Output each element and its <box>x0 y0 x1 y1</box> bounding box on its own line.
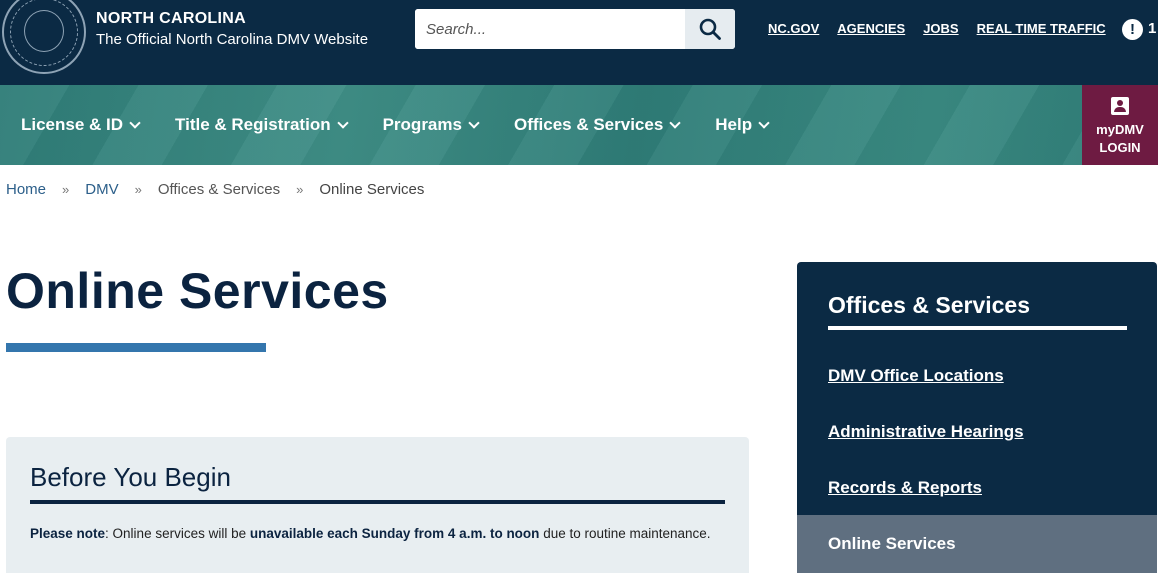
utility-links: NC.GOV AGENCIES JOBS REAL TIME TRAFFIC <box>768 21 1106 36</box>
account-icon <box>1111 97 1129 115</box>
link-nc-gov[interactable]: NC.GOV <box>768 21 819 36</box>
chevron-down-icon <box>669 116 681 129</box>
before-you-begin-panel: Before You Begin Please note: Online ser… <box>6 437 749 573</box>
sidebar-item-online-services[interactable]: Online Services <box>797 515 1157 573</box>
sidebar-title[interactable]: Offices & Services <box>828 292 1030 319</box>
link-agencies[interactable]: AGENCIES <box>837 21 905 36</box>
nav-label: Programs <box>382 115 462 134</box>
notice-text: Please note: Online services will be una… <box>30 524 720 543</box>
alert-icon[interactable]: ! <box>1122 19 1143 40</box>
notice-emphasis: unavailable each Sunday from 4 a.m. to n… <box>249 526 540 541</box>
sidebar-item-records-reports[interactable]: Records & Reports <box>828 478 982 498</box>
notice-text-after: due to routine maintenance. <box>539 526 711 541</box>
nav-label: Offices & Services <box>513 115 664 134</box>
site-subtitle[interactable]: The Official North Carolina DMV Website <box>96 31 368 48</box>
site-header: NORTH CAROLINA The Official North Caroli… <box>0 0 1158 85</box>
search-icon <box>699 18 721 40</box>
chevron-down-icon <box>129 116 141 129</box>
nav-help[interactable]: Help <box>715 115 770 135</box>
chevron-down-icon <box>336 116 349 129</box>
breadcrumb: Home » DMV » Offices & Services » Online… <box>6 181 424 198</box>
breadcrumb-dmv[interactable]: DMV <box>85 181 118 198</box>
breadcrumb-separator: » <box>62 182 70 197</box>
nc-state-seal-icon[interactable] <box>2 0 86 74</box>
sidebar-divider <box>828 326 1127 330</box>
breadcrumb-home[interactable]: Home <box>6 181 46 198</box>
login-label-line1: myDMV <box>1096 122 1144 137</box>
chevron-down-icon <box>758 116 770 129</box>
breadcrumb-separator: » <box>296 182 304 197</box>
nav-label: Title & Registration <box>175 115 331 134</box>
alert-count[interactable]: 1 <box>1148 20 1156 37</box>
breadcrumb-current: Online Services <box>319 181 425 198</box>
sidebar-item-administrative-hearings[interactable]: Administrative Hearings <box>828 422 1024 442</box>
search-box <box>415 9 735 49</box>
search-button[interactable] <box>685 9 735 49</box>
chevron-down-icon <box>468 116 480 129</box>
notice-label: Please note <box>30 526 106 541</box>
link-real-time-traffic[interactable]: REAL TIME TRAFFIC <box>977 21 1106 36</box>
link-jobs[interactable]: JOBS <box>923 21 958 36</box>
breadcrumb-separator: » <box>134 182 142 197</box>
notice-divider <box>30 500 725 504</box>
site-title[interactable]: NORTH CAROLINA <box>96 10 246 28</box>
sidebar-menu: Offices & Services DMV Office Locations … <box>797 262 1157 573</box>
nav-offices-services[interactable]: Offices & Services <box>513 115 681 135</box>
nav-license-id[interactable]: License & ID <box>21 115 141 135</box>
notice-heading: Before You Begin <box>30 462 231 492</box>
breadcrumb-offices-services[interactable]: Offices & Services <box>158 181 280 198</box>
nav-programs[interactable]: Programs <box>382 115 480 135</box>
nav-title-registration[interactable]: Title & Registration <box>175 115 349 135</box>
nav-label: License & ID <box>21 115 124 134</box>
main-navigation: License & ID Title & Registration Progra… <box>0 85 1158 165</box>
nav-label: Help <box>715 115 753 134</box>
page-title: Online Services <box>6 263 389 319</box>
search-input[interactable] <box>415 9 685 49</box>
notice-text-before: : Online services will be <box>105 526 250 541</box>
sidebar-item-dmv-office-locations[interactable]: DMV Office Locations <box>828 366 1004 386</box>
title-underline <box>6 343 266 352</box>
login-label-line2: LOGIN <box>1099 140 1141 155</box>
sidebar-item-label: Online Services <box>828 534 956 553</box>
mydmv-login-button[interactable]: myDMV LOGIN <box>1082 85 1158 165</box>
